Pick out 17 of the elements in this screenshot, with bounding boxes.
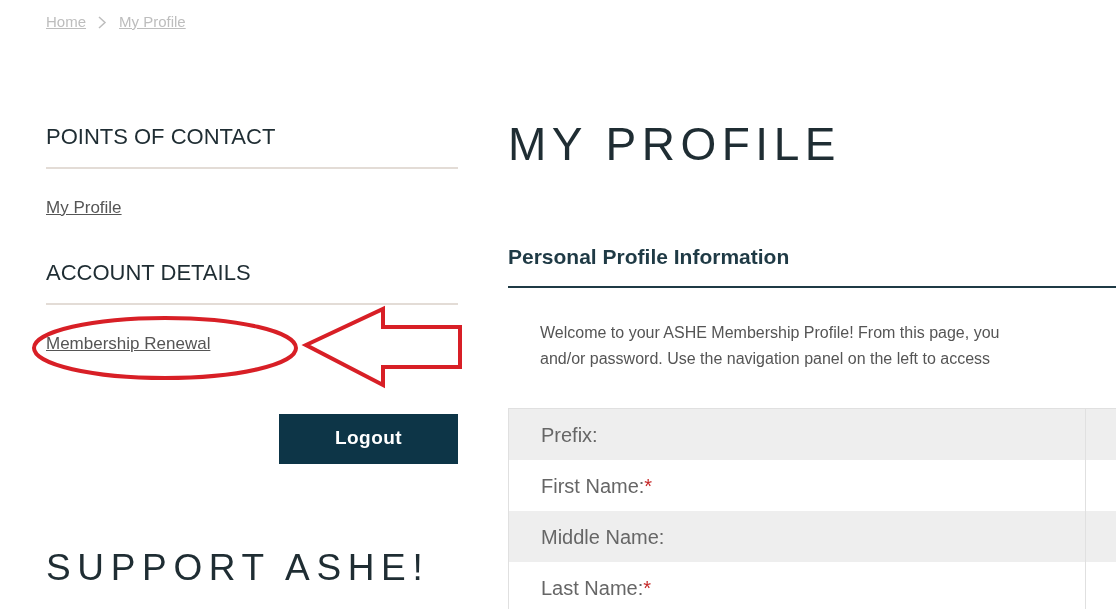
sidebar-heading: ACCOUNT DETAILS [46, 256, 458, 305]
field-label: Last Name: [541, 575, 644, 601]
intro-text: Welcome to your ASHE Membership Profile! From this page, you [540, 323, 1001, 343]
sidebar-heading: POINTS OF CONTACT [46, 119, 458, 169]
field-label: Prefix: [541, 422, 598, 448]
sidebar-link[interactable]: Membership Renewal [46, 334, 211, 353]
support-heading: SUPPORT ASHE! [46, 545, 431, 590]
required-mark: * [644, 473, 653, 499]
logout-button[interactable]: Logout [279, 413, 458, 464]
field-label: First Name: [541, 473, 645, 499]
section-title: Personal Profile Information [508, 240, 1116, 288]
field-label: Middle Name: [541, 524, 665, 550]
sidebar-link[interactable]: My Profile [46, 197, 122, 217]
intro-text: and/or password. Use the navigation panel on the left to access [540, 349, 992, 369]
required-mark: * [643, 575, 652, 601]
chevron-right-icon [98, 15, 107, 29]
page-title: MY PROFILE [508, 116, 842, 172]
